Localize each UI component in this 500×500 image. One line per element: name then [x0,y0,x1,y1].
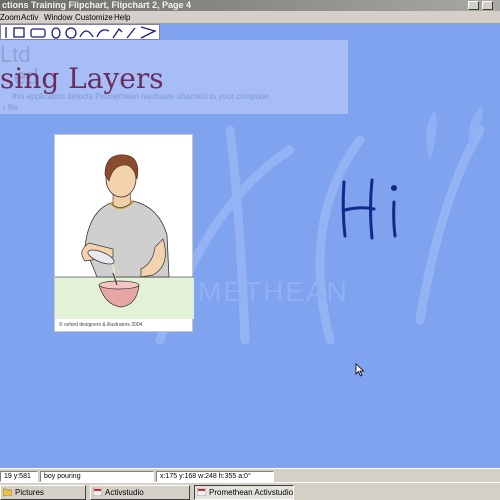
mouse-pointer-icon [355,363,365,377]
object-geometry-field: x:175 y:168 w:248 h:355 a:0° [156,471,274,482]
boy-pouring-illustration [55,154,194,319]
handwritten-hi[interactable] [336,170,416,250]
rounded-rectangle-tool-icon[interactable] [30,28,46,38]
menu-window[interactable]: Window [44,12,72,23]
ellipse-tool-icon[interactable] [51,27,61,39]
window-title: ctions Training Flipchart, Flipchart 2, … [2,0,192,10]
rectangle-tool-icon[interactable] [13,27,25,38]
taskbar-item-label: Activstudio [105,488,144,497]
title-bar[interactable]: ctions Training Flipchart, Flipchart 2, … [0,0,500,11]
menu-activ[interactable]: Activ [21,12,38,23]
status-bar: 19 y:581 boy pouring x:175 y:168 w:248 h… [0,468,500,482]
taskbar-item-label: Pictures [15,488,44,497]
page-heading: sing Layers [0,62,164,95]
circle-tool-icon[interactable] [65,27,77,39]
shapes-toolbar [0,24,160,40]
taskbar-item-label: Promethean Activstudio [209,488,294,497]
menu-bar: Zoom Activ Window Customize Help [0,11,500,24]
object-name-field: boy pouring [40,471,154,482]
taskbar-item-activstudio[interactable]: Activstudio [90,485,190,500]
boy-pouring-image[interactable]: © oxford designers & illustrators 2004 [54,134,194,332]
menu-zoom[interactable]: Zoom [0,12,20,23]
maximize-button[interactable] [468,1,479,10]
menu-customize[interactable]: Customize [75,12,113,23]
taskbar: Pictures Activstudio Promethean Activstu… [0,482,500,500]
photo-credit: © oxford designers & illustrators 2004 [59,322,143,328]
arc-tool-icon[interactable] [79,30,94,38]
file-label: r file [3,103,19,112]
folder-icon [3,488,12,496]
pen-tool-icon[interactable] [112,27,123,39]
arrow-tool-icon[interactable] [140,26,157,39]
taskbar-item-promethean-activstudio[interactable]: Promethean Activstudio [194,485,294,500]
watermark-text: METHEAN [198,276,349,307]
cursor-coordinates: 19 y:581 [0,471,38,482]
close-button[interactable] [482,1,493,10]
connector-tool-icon[interactable] [126,27,136,39]
curve-tool-icon[interactable] [96,29,110,38]
flipchart-canvas[interactable]: METHEAN Ltd ed this application detects … [0,40,500,468]
activstudio-icon [93,488,102,496]
activstudio-icon [197,488,206,496]
menu-help[interactable]: Help [114,12,130,23]
taskbar-item-pictures[interactable]: Pictures [0,485,86,500]
